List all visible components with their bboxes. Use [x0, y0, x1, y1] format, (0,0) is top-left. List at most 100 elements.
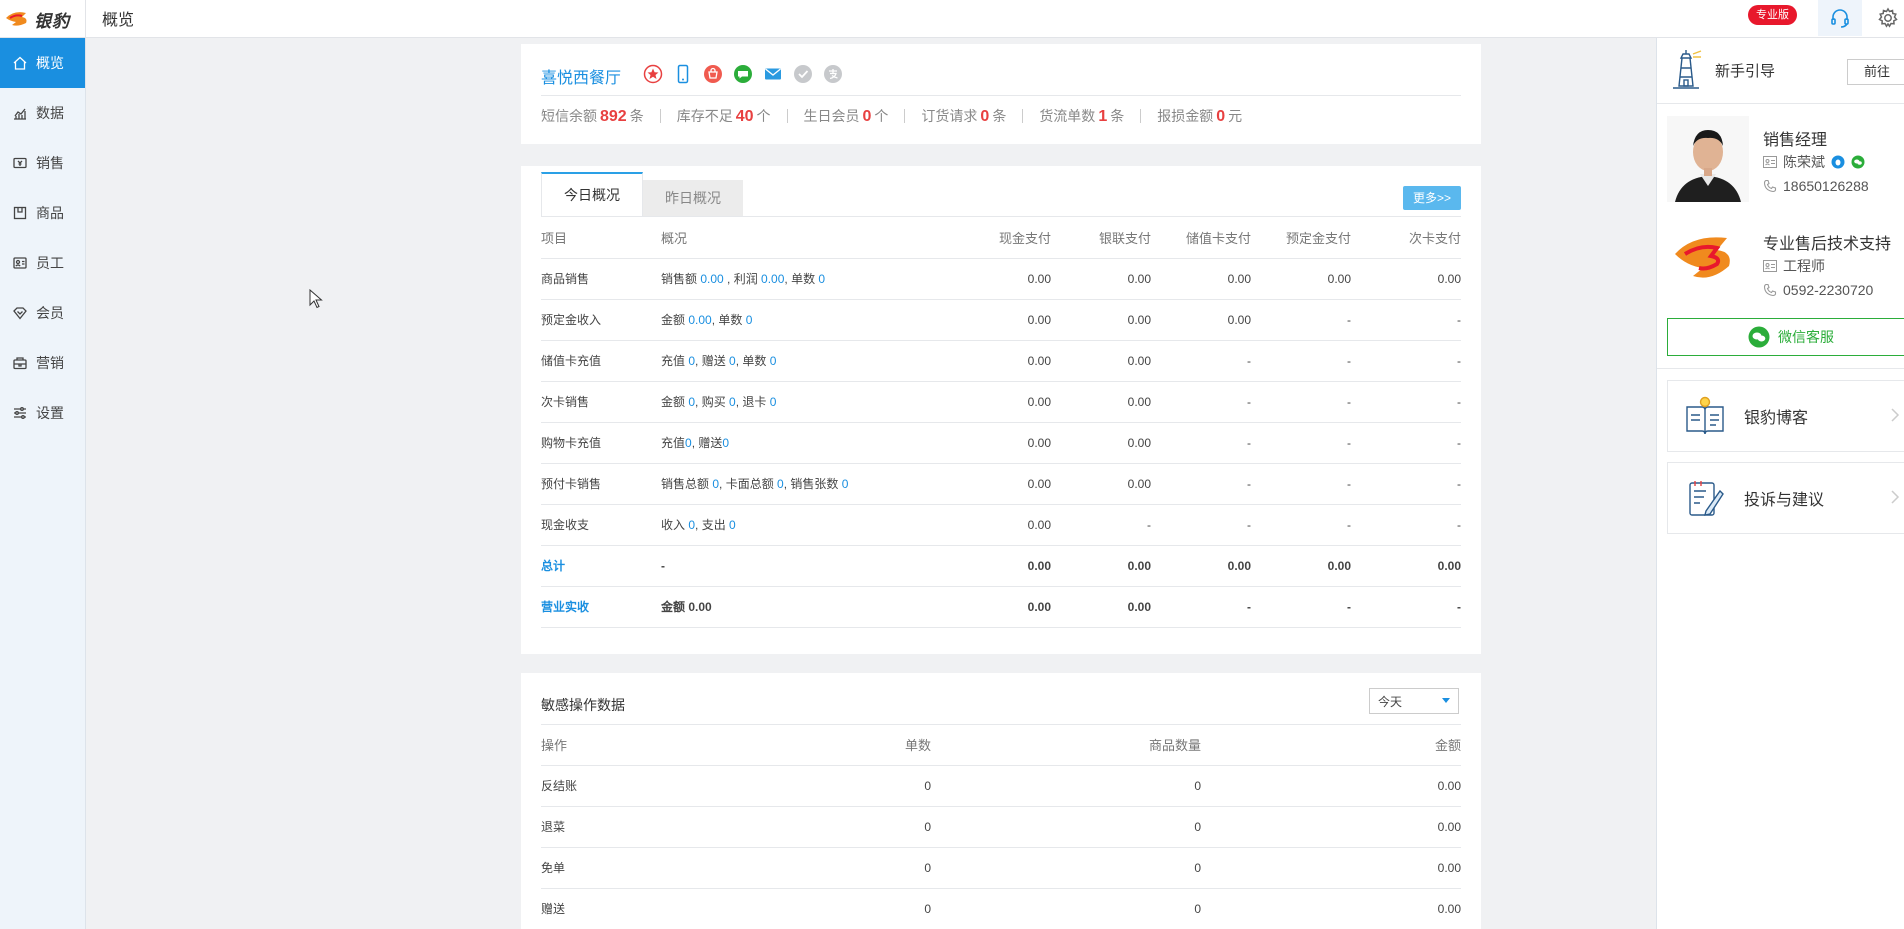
contact-title: 专业售后技术支持	[1763, 236, 1892, 253]
page-title: 概览	[102, 12, 135, 29]
stat-logistics-orders[interactable]: 货流单数 1 条	[1039, 106, 1124, 126]
summary-text: , 退卡	[735, 395, 770, 409]
summary-value[interactable]: 0	[722, 436, 729, 450]
bag-icon[interactable]	[703, 64, 723, 84]
wechat-service-label: 微信客服	[1778, 329, 1834, 345]
column-header: 银联支付	[1051, 218, 1151, 259]
column-header: 商品数量	[931, 725, 1201, 766]
date-range-select[interactable]: 今天	[1369, 688, 1459, 714]
summary-value[interactable]: 0	[842, 477, 849, 491]
sidebar-item-label: 营销	[36, 355, 64, 371]
alipay-icon[interactable]	[823, 64, 843, 84]
check-icon[interactable]	[793, 64, 813, 84]
edition-badge[interactable]: 专业版	[1748, 5, 1797, 25]
message-icon[interactable]	[733, 64, 753, 84]
more-button[interactable]: 更多>>	[1402, 186, 1461, 210]
row-item-link[interactable]: 总计	[541, 545, 661, 587]
row-item-link[interactable]: 储值卡充值	[541, 340, 661, 382]
operation-link[interactable]: 反结账	[541, 765, 741, 807]
summary-value[interactable]: 0.00	[700, 272, 723, 286]
sidebar-item-member[interactable]: 会员	[0, 288, 85, 338]
row-item-link[interactable]: 预付卡销售	[541, 463, 661, 505]
sidebar-item-data[interactable]: 数据	[0, 88, 85, 138]
sales-icon	[13, 157, 27, 169]
guide-go-button[interactable]: 前往	[1847, 59, 1904, 85]
cell-times: -	[1351, 586, 1461, 628]
customer-service-button[interactable]	[1818, 0, 1862, 36]
summary-value[interactable]: 0.00	[688, 313, 711, 327]
summary-value[interactable]: 0	[746, 313, 753, 327]
stat-value: 40	[735, 108, 754, 125]
select-value: 今天	[1378, 694, 1403, 709]
sidebar-item-sales[interactable]: 销售	[0, 138, 85, 188]
row-item-link[interactable]: 预定金收入	[541, 299, 661, 341]
summary-text: , 卡面总额	[719, 477, 778, 491]
settings-button[interactable]	[1866, 0, 1904, 36]
row-item-link[interactable]: 现金收支	[541, 504, 661, 546]
cell-cash: 0.00	[951, 586, 1051, 628]
row-item-link[interactable]: 商品销售	[541, 258, 661, 300]
mail-icon[interactable]	[763, 64, 783, 84]
cell-times: -	[1351, 463, 1461, 505]
mobile-icon[interactable]	[673, 64, 693, 84]
summary-value[interactable]: 0.00	[761, 272, 784, 286]
contact-phone-line: 18650126288	[1763, 178, 1869, 194]
home-icon	[13, 56, 27, 70]
qq-icon[interactable]	[1831, 155, 1845, 169]
feedback-link-card[interactable]: 投诉与建议	[1667, 462, 1904, 534]
sidebar-item-overview[interactable]: 概览	[0, 38, 85, 88]
stat-birthday-members[interactable]: 生日会员 0 个	[804, 106, 889, 126]
table-row: 储值卡充值 充值 0, 赠送 0, 单数 0 0.00 0.00- - -	[541, 340, 1461, 382]
summary-value[interactable]: 0	[729, 518, 736, 532]
tab-yesterday[interactable]: 昨日概况	[643, 180, 743, 216]
stat-sms-balance[interactable]: 短信余额 892 条	[541, 106, 644, 126]
summary-value[interactable]: 0	[818, 272, 825, 286]
summary-text: , 单数	[735, 354, 770, 368]
cell-deposit: 0.00	[1251, 545, 1351, 587]
column-header: 单数	[741, 725, 931, 766]
summary-text: , 赠送	[691, 436, 723, 450]
stat-order-requests[interactable]: 订货请求 0 条	[921, 106, 1006, 126]
star-badge-icon[interactable]	[643, 64, 663, 84]
wechat-service-button[interactable]: 微信客服	[1667, 318, 1904, 356]
cell-qty: 0	[931, 888, 1201, 929]
shop-feature-icons	[643, 64, 843, 84]
stat-low-stock[interactable]: 库存不足 40 个	[677, 106, 771, 126]
cell-qty: 0	[931, 806, 1201, 848]
operation-link[interactable]: 免单	[541, 847, 741, 889]
table-row: 商品销售 销售额 0.00 , 利润 0.00, 单数 0 0.00 0.00 0.00…	[541, 258, 1461, 300]
sidebar-item-settings[interactable]: 设置	[0, 388, 85, 438]
operation-link[interactable]: 赠送	[541, 888, 741, 929]
summary-value[interactable]: 0	[777, 477, 784, 491]
summary-value[interactable]: 0	[770, 354, 777, 368]
support-contact: 专业售后技术支持 工程师 0592-2230720	[1667, 228, 1904, 318]
stat-separator	[904, 109, 906, 123]
summary-value[interactable]: 0	[729, 354, 736, 368]
cell-count[interactable]: 0	[741, 765, 931, 807]
summary-value[interactable]: 0	[685, 436, 692, 450]
stat-loss-amount[interactable]: 报损金额 0 元	[1157, 106, 1242, 126]
app-logo[interactable]: 银豹	[0, 0, 86, 38]
stat-label: 订货请求	[921, 108, 978, 124]
cell-union: 0.00	[1051, 340, 1151, 382]
sidebar-item-staff[interactable]: 员工	[0, 238, 85, 288]
sidebar-item-marketing[interactable]: 营销	[0, 338, 85, 388]
wechat-icon[interactable]	[1851, 155, 1865, 169]
row-item-link[interactable]: 营业实收	[541, 586, 661, 628]
blog-link-card[interactable]: 银豹博客	[1667, 380, 1904, 452]
shop-name[interactable]: 喜悦西餐厅	[541, 64, 621, 88]
operation-link[interactable]: 退菜	[541, 806, 741, 848]
row-item-link[interactable]: 购物卡充值	[541, 422, 661, 464]
cell-union: 0.00	[1051, 545, 1151, 587]
summary-value[interactable]: 0	[770, 395, 777, 409]
tab-today[interactable]: 今日概况	[541, 172, 643, 216]
sidebar-item-goods[interactable]: 商品	[0, 188, 85, 238]
sidebar-item-label: 数据	[36, 105, 64, 121]
cell-cash: 0.00	[951, 545, 1051, 587]
cell-count[interactable]: 0	[741, 806, 931, 848]
stat-value: 0	[980, 108, 990, 125]
summary-value[interactable]: 0	[729, 395, 736, 409]
row-item-link[interactable]: 次卡销售	[541, 381, 661, 423]
cell-cash: 0.00	[951, 258, 1051, 300]
column-header: 储值卡支付	[1151, 218, 1251, 259]
